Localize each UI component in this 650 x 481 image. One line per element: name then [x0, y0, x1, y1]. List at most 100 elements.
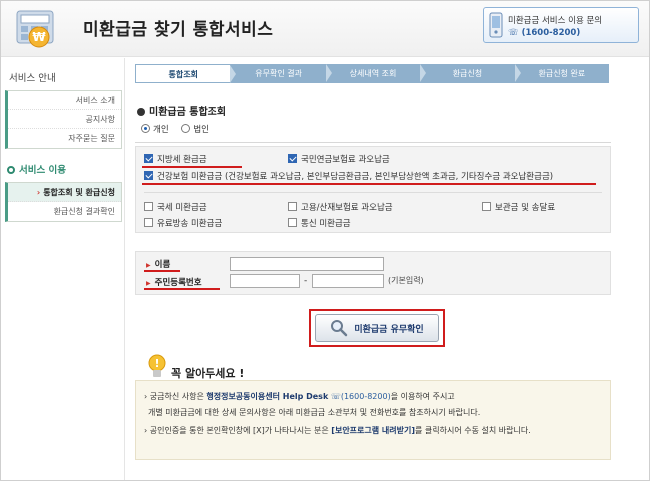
step-label: 통합조회: [168, 70, 198, 79]
checkbox-telecom-label: 통신 미환급금: [301, 219, 351, 229]
mobile-phone-icon: [489, 12, 503, 38]
sidebar-service-heading-label: 서비스 이용: [19, 165, 67, 176]
radio-individual[interactable]: 개인: [141, 124, 169, 135]
magnifier-icon: [331, 320, 348, 337]
rrn-back-input[interactable]: [312, 274, 384, 288]
notice-line-2: 개별 미환급금에 대한 상세 문의사항은 아래 미환급금 소관부처 및 전화번호…: [148, 408, 481, 417]
checkbox-health-insurance-label: 건강보험 미환급금 (건강보험료 과오납금, 본인부담금환급금, 본인부담상한액…: [157, 172, 554, 182]
checkbox-deposit-control[interactable]: [482, 202, 491, 211]
notice-text: 궁금하신 사항은: [149, 392, 207, 401]
checkbox-paid-broadcast[interactable]: 유료방송 미환급금: [144, 217, 222, 229]
red-highlight-underline: [144, 270, 180, 272]
checkbox-telecom[interactable]: 통신 미환급금: [288, 217, 351, 229]
radio-individual-control[interactable]: [141, 124, 150, 133]
step-arrow-icon: [325, 64, 332, 82]
phone-icon: ☏: [330, 392, 341, 401]
sidebar-item-refund-result[interactable]: 환급신청 결과확인: [8, 202, 121, 221]
checkbox-national-tax[interactable]: 국세 미환급금: [144, 201, 207, 213]
check-button-highlight: 미환급금 유무확인: [309, 309, 445, 347]
checkbox-employment-insurance[interactable]: 고용/산재보험료 과오납금: [288, 201, 393, 213]
refund-type-checkbox-panel: 지방세 환급금 국민연금보험료 과오납금 건강보험 미환급금 (건강보험료 과오…: [135, 146, 611, 233]
section-title-label: 미환급금 통합조회: [149, 107, 227, 118]
rrn-front-input[interactable]: [230, 274, 300, 288]
checkbox-deposit[interactable]: 보관금 및 송달료: [482, 201, 555, 213]
checkbox-employment-insurance-control[interactable]: [288, 202, 297, 211]
notice-text: 공인인증을 통한 본인확인창에 [X]가 나타나시는 분은: [149, 426, 332, 435]
step-arrow-icon: [514, 64, 521, 82]
sidebar-guide-menu: 서비스 소개 공지사항 자주묻는 질문: [5, 90, 122, 149]
step-label: 상세내역 조회: [349, 69, 397, 78]
name-input[interactable]: [230, 257, 384, 271]
inquiry-box: 미환급금 서비스 이용 문의 ☏ (1600-8200): [483, 7, 639, 43]
divider: [135, 142, 611, 143]
step-arrow-icon: [230, 65, 237, 83]
checkbox-paid-broadcast-label: 유료방송 미환급금: [157, 219, 223, 229]
step-label: 유무확인 결과: [255, 69, 302, 78]
notice-box: › 궁금하신 사항은 행정정보공동이용센터 Help Desk ☏(1600-8…: [135, 380, 611, 460]
radio-corporation-control[interactable]: [181, 124, 191, 133]
checkbox-local-tax[interactable]: 지방세 환급금: [144, 153, 207, 165]
step-1: 통합조회: [135, 64, 237, 83]
sidebar-item-label: 통합조회 및 환급신청: [43, 188, 115, 197]
checkbox-national-tax-control[interactable]: [144, 202, 153, 211]
person-type-radio-group: 개인 법인: [141, 123, 611, 135]
radio-corporation[interactable]: 법인: [181, 124, 209, 135]
sidebar: 서비스 안내 서비스 소개 공지사항 자주묻는 질문 서비스 이용 › 통합조회 …: [1, 58, 125, 480]
refund-check-button-label: 미환급금 유무확인: [354, 324, 424, 335]
step-4: 환급신청: [420, 64, 521, 83]
circle-bullet-icon: [7, 166, 15, 174]
progress-steps: 통합조회 유무확인 결과 상세내역 조회 환급신청 환급신청 완료: [135, 64, 609, 83]
step-5: 환급신청 완료: [515, 64, 609, 83]
inquiry-label: 미환급금 서비스 이용 문의: [508, 16, 603, 26]
lightbulb-icon: !: [148, 354, 166, 377]
svg-text:₩: ₩: [32, 30, 46, 44]
triangle-right-icon: ▶: [146, 280, 151, 287]
name-label: ▶ 이름: [146, 258, 170, 270]
notice-title: 꼭 알아두세요 !: [171, 367, 245, 380]
checkbox-local-tax-label: 지방세 환급금: [157, 155, 207, 165]
notice-text: 을 이용하여 주시고: [390, 392, 455, 401]
sidebar-guide-heading: 서비스 안내: [9, 73, 56, 84]
caret-right-icon: ›: [36, 188, 41, 197]
checkbox-employment-insurance-label: 고용/산재보험료 과오납금: [301, 203, 393, 213]
checkbox-pension[interactable]: 국민연금보험료 과오납금: [288, 153, 390, 165]
sidebar-service-heading: 서비스 이용: [7, 162, 66, 176]
step-label: 환급신청: [452, 69, 483, 78]
checkbox-paid-broadcast-control[interactable]: [144, 218, 153, 227]
sidebar-item-faq[interactable]: 자주묻는 질문: [8, 129, 121, 148]
sidebar-item-notice[interactable]: 공지사항: [8, 110, 121, 129]
notice-text: 를 클릭하시어 수동 설치 바랍니다.: [415, 426, 531, 435]
inquiry-phone: ☏ (1600-8200): [508, 28, 580, 38]
checkbox-health-insurance-control[interactable]: [144, 171, 153, 180]
phone-icon: ☏: [508, 28, 522, 38]
checkbox-pension-control[interactable]: [288, 154, 297, 163]
step-3: 상세내역 조회: [326, 64, 427, 83]
checkbox-pension-label: 국민연금보험료 과오납금: [301, 155, 390, 165]
sidebar-item-intro[interactable]: 서비스 소개: [8, 91, 121, 110]
page-frame: ₩ 미환급금 찾기 통합서비스 미환급금 서비스 이용 문의 ☏ (1600-8…: [0, 0, 650, 481]
section-title: 미환급금 통합조회: [137, 103, 226, 118]
checkbox-health-insurance[interactable]: 건강보험 미환급금 (건강보험료 과오납금, 본인부담금환급금, 본인부담상한액…: [144, 170, 553, 182]
helpdesk-name: 행정정보공동이용센터 Help Desk: [206, 392, 329, 401]
rrn-separator: -: [304, 276, 308, 286]
notice-line-1: › 궁금하신 사항은 행정정보공동이용센터 Help Desk ☏(1600-8…: [144, 392, 455, 401]
divider: [144, 192, 602, 193]
checkbox-national-tax-label: 국세 미환급금: [157, 203, 207, 213]
refund-check-button[interactable]: 미환급금 유무확인: [315, 314, 439, 342]
header: ₩ 미환급금 찾기 통합서비스 미환급금 서비스 이용 문의 ☏ (1600-8…: [1, 1, 649, 57]
sidebar-service-menu: › 통합조회 및 환급신청 환급신청 결과확인: [5, 182, 122, 222]
checkbox-local-tax-control[interactable]: [144, 154, 153, 163]
step-2: 유무확인 결과: [231, 64, 332, 83]
sidebar-item-inquiry-refund[interactable]: › 통합조회 및 환급신청: [8, 183, 121, 202]
red-highlight-underline: [144, 288, 220, 290]
bullet-icon: [137, 108, 145, 116]
calculator-logo-icon: ₩: [16, 10, 54, 48]
step-label: 환급신청 완료: [538, 69, 586, 78]
rrn-hint: (기본입력): [388, 276, 424, 285]
checkbox-telecom-control[interactable]: [288, 218, 297, 227]
notice-line-3: › 공인인증을 통한 본인확인창에 [X]가 나타나시는 분은 [보안프로그램 …: [144, 426, 531, 435]
radio-corporation-label: 법인: [193, 125, 209, 135]
security-program-download-link[interactable]: [보안프로그램 내려받기]: [331, 426, 415, 435]
rrn-label-text: 주민등록번호: [154, 278, 202, 288]
rrn-label: ▶ 주민등록번호: [146, 276, 202, 288]
